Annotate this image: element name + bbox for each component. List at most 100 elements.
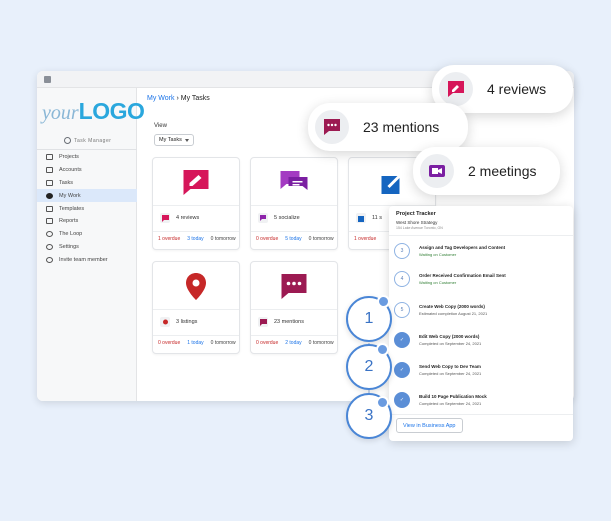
step-title: Edit Web Copy (2000 words) [419, 334, 480, 339]
tomorrow-count[interactable]: 0 tomorrow [211, 236, 236, 242]
big-step-number: 1 [364, 310, 374, 327]
tracker-step[interactable]: 4 Order Received Confirmation Email Sent… [394, 270, 566, 296]
card-divider [251, 231, 337, 232]
overdue-count[interactable]: 0 overdue [256, 340, 278, 346]
sidebar-item-label: The Loop [59, 231, 83, 238]
mention-bubble-icon [279, 271, 310, 302]
tomorrow-count[interactable]: 0 tomorrow [211, 340, 236, 346]
tagline-text: Task Manager [74, 137, 112, 144]
sidebar-divider [37, 149, 137, 150]
check-badge-icon [376, 396, 389, 409]
overdue-count[interactable]: 0 overdue [256, 236, 278, 242]
share-icon [356, 213, 366, 223]
sidebar-item-accounts[interactable]: Accounts [37, 164, 137, 177]
task-card-listings[interactable]: 3 listings 0 overdue 1 today 0 tomorrow [152, 261, 240, 354]
add-user-icon [46, 256, 53, 263]
breadcrumb-my-work[interactable]: My Work [147, 95, 174, 102]
sidebar-item-label: Invite team member [59, 256, 108, 263]
step-number: 5 [394, 302, 410, 318]
big-step-number: 3 [364, 407, 374, 424]
chevron-down-icon [185, 139, 189, 142]
list-icon [46, 154, 53, 161]
sidebar-item-my-work[interactable]: My Work [37, 189, 137, 203]
view-label: View [154, 123, 167, 129]
card-divider [153, 231, 239, 232]
window-icon [44, 76, 51, 83]
tasks-icon [46, 179, 53, 186]
chat-bubbles-icon [258, 213, 268, 223]
tracker-step[interactable]: ✓ Edit Web Copy (2000 words) Completed o… [394, 331, 566, 357]
tracker-step[interactable]: 5 Create Web Copy (2000 words) Estimated… [394, 301, 566, 327]
mention-bubble-icon [315, 110, 349, 144]
sidebar-item-tasks[interactable]: Tasks [37, 177, 137, 190]
today-count[interactable]: 1 today [187, 340, 203, 346]
check-circle-icon [64, 137, 71, 144]
sidebar: yourLOGO Task Manager Projects Accounts … [37, 88, 145, 401]
logo: yourLOGO [42, 98, 145, 125]
gear-icon [46, 243, 53, 250]
card-divider [153, 309, 239, 310]
breadcrumb-separator: › [176, 95, 179, 102]
overdue-count[interactable]: 0 overdue [158, 340, 180, 346]
sidebar-item-invite[interactable]: Invite team member [37, 253, 137, 266]
reports-icon [46, 218, 53, 225]
overdue-count[interactable]: 1 overdue [158, 236, 180, 242]
mention-bubble-icon [258, 317, 268, 327]
task-card-socialize[interactable]: 5 socialize 0 overdue 5 today 0 tomorrow [250, 157, 338, 250]
check-badge-icon [377, 295, 390, 308]
view-select[interactable]: My Tasks [154, 134, 194, 146]
tomorrow-count[interactable]: 0 tomorrow [309, 340, 334, 346]
logo-your: your [42, 102, 79, 124]
video-camera-icon [420, 154, 454, 188]
card-label-text: 5 socialize [274, 215, 300, 221]
card-divider [251, 335, 337, 336]
step-number: 3 [394, 243, 410, 259]
sidebar-item-label: Tasks [59, 179, 74, 186]
today-count[interactable]: 3 today [187, 236, 203, 242]
sidebar-item-label: Templates [59, 205, 85, 212]
step-title: Create Web Copy (2000 words) [419, 304, 485, 309]
meetings-pill: 2 meetings [413, 147, 560, 195]
project-tracker-panel: Project Tracker West Shore Strategy 154 … [389, 206, 573, 441]
view-in-business-app-button[interactable]: View in Business App [396, 418, 463, 433]
sidebar-item-the-loop[interactable]: The Loop [37, 228, 137, 241]
sidebar-item-reports[interactable]: Reports [37, 215, 137, 228]
tracker-divider [389, 235, 573, 236]
task-card-reviews[interactable]: 4 reviews 1 overdue 3 today 0 tomorrow [152, 157, 240, 250]
sidebar-item-templates[interactable]: Templates [37, 202, 137, 215]
card-stats: 0 overdue 1 today 0 tomorrow [158, 340, 236, 346]
step-title: Send Web Copy to Dev Team [419, 364, 481, 369]
view-select-value: My Tasks [159, 137, 182, 143]
today-count[interactable]: 5 today [285, 236, 301, 242]
share-icon [377, 167, 408, 198]
step-title: Order Received Confirmation Email Sent [419, 273, 506, 278]
card-label: 11 s [356, 213, 382, 223]
templates-icon [46, 205, 53, 212]
check-icon: ✓ [394, 362, 410, 378]
step-title: Assign and Tag Developers and Content [419, 245, 506, 250]
step-number: 4 [394, 271, 410, 287]
tomorrow-count[interactable]: 0 tomorrow [309, 236, 334, 242]
step-status: Completed on September 24, 2021 [419, 341, 482, 346]
sidebar-item-projects[interactable]: Projects [37, 151, 137, 164]
location-pin-icon [160, 317, 170, 327]
tracker-step[interactable]: 3 Assign and Tag Developers and Content … [394, 242, 566, 268]
card-stats: 1 overdue 3 today 0 tomorrow [158, 236, 236, 242]
tracker-address: 154 Lake Avenue Toronto, ON [396, 226, 443, 230]
card-label-text: 23 mentions [274, 319, 304, 325]
overdue-count[interactable]: 1 overdue [354, 236, 376, 242]
card-label: 3 listings [160, 317, 197, 327]
accounts-icon [46, 167, 53, 174]
tracker-subtitle: West Shore Strategy [396, 220, 438, 225]
step-status: Completed on September 24, 2021 [419, 371, 482, 376]
card-label-text: 3 listings [176, 319, 198, 325]
mentions-pill: 23 mentions [308, 103, 468, 151]
task-card-mentions[interactable]: 23 mentions 0 overdue 2 today 0 tomorrow [250, 261, 338, 354]
today-count[interactable]: 2 today [285, 340, 301, 346]
tracker-step[interactable]: ✓ Send Web Copy to Dev Team Completed on… [394, 361, 566, 387]
breadcrumb: My Work › My Tasks [147, 95, 210, 102]
sidebar-item-settings[interactable]: Settings [37, 241, 137, 254]
loop-icon [46, 231, 53, 238]
review-icon [181, 167, 212, 198]
review-icon [160, 213, 170, 223]
